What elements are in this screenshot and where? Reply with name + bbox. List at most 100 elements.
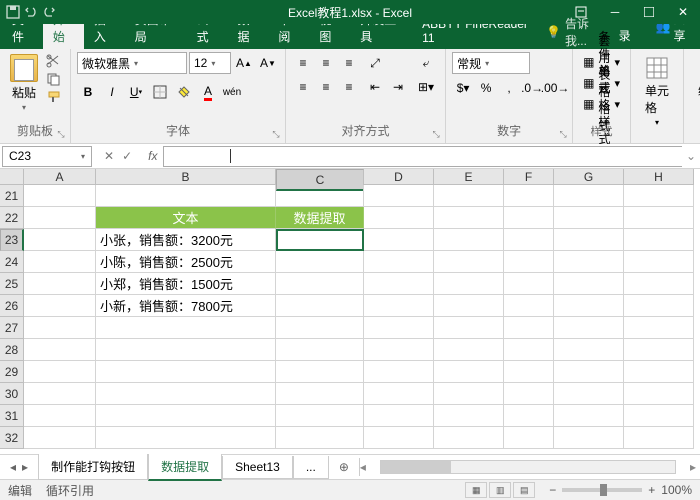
cell[interactable] — [624, 229, 694, 251]
align-bottom-icon[interactable]: ≡ — [338, 52, 360, 74]
cell[interactable]: 小张，销售额：3200元 — [96, 229, 276, 251]
cell[interactable] — [96, 339, 276, 361]
sheet-tab-3[interactable]: Sheet13 — [222, 456, 293, 479]
close-icon[interactable]: ✕ — [666, 0, 700, 24]
cell[interactable] — [624, 273, 694, 295]
cell[interactable] — [554, 383, 624, 405]
scroll-right-icon[interactable]: ▸ — [690, 460, 696, 474]
zoom-in-icon[interactable]: + — [648, 483, 655, 497]
cell[interactable] — [504, 339, 554, 361]
cell[interactable] — [96, 361, 276, 383]
cell[interactable] — [504, 405, 554, 427]
dialog-launcher-icon[interactable]: ⤡ — [271, 129, 281, 139]
cut-icon[interactable] — [46, 54, 64, 70]
increase-indent-icon[interactable]: ⇥ — [387, 76, 409, 98]
new-sheet-icon[interactable]: ⊕ — [329, 460, 359, 474]
font-name-select[interactable]: 微软雅黑▾ — [77, 52, 187, 74]
cell[interactable] — [276, 427, 364, 449]
paste-button[interactable]: 粘贴 ▾ — [6, 52, 42, 114]
dialog-launcher-icon[interactable]: ⤡ — [558, 129, 568, 139]
zoom-slider[interactable] — [562, 488, 642, 492]
cell[interactable] — [624, 185, 694, 207]
percent-icon[interactable]: % — [475, 77, 497, 99]
cell[interactable] — [554, 405, 624, 427]
cell[interactable] — [434, 339, 504, 361]
sheet-nav-next-icon[interactable]: ▸ — [22, 460, 28, 474]
cell[interactable] — [624, 361, 694, 383]
col-header[interactable]: B — [96, 169, 276, 185]
cell[interactable] — [276, 273, 364, 295]
cell[interactable] — [434, 427, 504, 449]
cell[interactable] — [554, 185, 624, 207]
align-middle-icon[interactable]: ≡ — [315, 52, 337, 74]
cell[interactable] — [504, 317, 554, 339]
enter-formula-icon[interactable]: ✓ — [122, 149, 132, 163]
cell[interactable]: 小新，销售额：7800元 — [96, 295, 276, 317]
cell[interactable] — [434, 229, 504, 251]
cell[interactable] — [554, 251, 624, 273]
align-right-icon[interactable]: ≡ — [338, 76, 360, 98]
expand-formula-icon[interactable]: ⌄ — [682, 149, 700, 163]
cell[interactable] — [276, 383, 364, 405]
align-top-icon[interactable]: ≡ — [292, 52, 314, 74]
copy-icon[interactable] — [46, 72, 64, 88]
cell[interactable] — [96, 185, 276, 207]
cell[interactable] — [624, 295, 694, 317]
cell[interactable] — [276, 185, 364, 207]
decrease-indent-icon[interactable]: ⇤ — [364, 76, 386, 98]
sheet-tab-1[interactable]: 制作能打钩按钮 — [38, 454, 148, 480]
row-header[interactable]: 25 — [0, 273, 24, 295]
row-header[interactable]: 30 — [0, 383, 24, 405]
view-pagebreak-icon[interactable]: ▤ — [513, 482, 535, 498]
cell[interactable] — [24, 361, 96, 383]
cell[interactable] — [434, 207, 504, 229]
number-format-select[interactable]: 常规▾ — [452, 52, 530, 74]
cell[interactable] — [364, 207, 434, 229]
cell[interactable] — [364, 229, 434, 251]
cell[interactable] — [624, 383, 694, 405]
tell-me[interactable]: 💡告诉我... — [538, 15, 611, 49]
cell[interactable] — [554, 361, 624, 383]
cell[interactable] — [624, 427, 694, 449]
cell[interactable] — [504, 185, 554, 207]
cell[interactable] — [434, 383, 504, 405]
cell[interactable] — [554, 339, 624, 361]
cell[interactable] — [24, 295, 96, 317]
col-header[interactable]: F — [504, 169, 554, 185]
cell[interactable] — [554, 295, 624, 317]
decrease-font-icon[interactable]: A▼ — [257, 52, 279, 74]
cell[interactable] — [624, 339, 694, 361]
cell[interactable]: 数据提取 — [276, 207, 364, 229]
sheet-tab-2[interactable]: 数据提取 — [148, 454, 222, 481]
currency-icon[interactable]: $▾ — [452, 77, 474, 99]
cell[interactable] — [504, 207, 554, 229]
cell[interactable] — [434, 273, 504, 295]
cell[interactable] — [434, 405, 504, 427]
cell[interactable] — [554, 427, 624, 449]
row-header[interactable]: 21 — [0, 185, 24, 207]
scroll-left-icon[interactable]: ◂ — [360, 460, 366, 474]
worksheet-grid[interactable]: ABCDEFGH2122文本数据提取23小张，销售额：3200元24小陈，销售额… — [0, 169, 700, 454]
cell[interactable] — [96, 405, 276, 427]
cell[interactable] — [364, 405, 434, 427]
zoom-level[interactable]: 100% — [661, 483, 692, 497]
align-left-icon[interactable]: ≡ — [292, 76, 314, 98]
cell[interactable] — [624, 405, 694, 427]
row-header[interactable]: 31 — [0, 405, 24, 427]
row-header[interactable]: 27 — [0, 317, 24, 339]
orientation-icon[interactable]: ⤢ — [364, 52, 386, 74]
increase-font-icon[interactable]: A▲ — [233, 52, 255, 74]
select-all-corner[interactable] — [0, 169, 24, 185]
redo-icon[interactable] — [42, 5, 56, 19]
cell[interactable] — [554, 207, 624, 229]
cell[interactable] — [364, 427, 434, 449]
cancel-formula-icon[interactable]: ✕ — [104, 149, 114, 163]
cell[interactable] — [434, 251, 504, 273]
format-painter-icon[interactable] — [46, 90, 64, 106]
cell[interactable] — [24, 185, 96, 207]
cell[interactable] — [364, 185, 434, 207]
cell[interactable] — [24, 317, 96, 339]
edit-button[interactable]: 编辑 ▾ — [690, 52, 700, 114]
cell[interactable] — [24, 339, 96, 361]
cell[interactable] — [554, 273, 624, 295]
